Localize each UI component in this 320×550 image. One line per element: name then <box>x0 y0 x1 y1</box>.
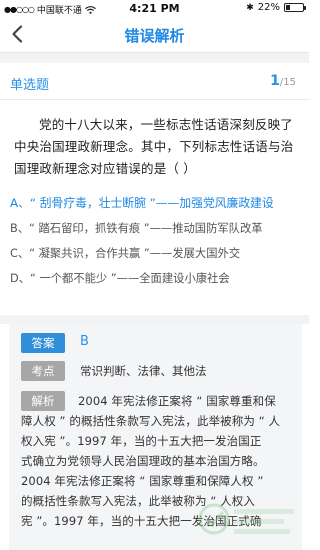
battery-icon <box>284 3 306 12</box>
question-header: 单选题 1/15 <box>0 63 309 100</box>
analysis-line: 2004 年宪法修正案将 “ 国家尊重和保障人权 ” <box>21 474 264 488</box>
battery-percent: 22% <box>257 2 280 13</box>
option-a[interactable]: A、“ 刮骨疗毒，壮士断腕 ”——加强党风廉政建设 <box>10 191 305 216</box>
analysis-text: 解析 2004 年宪法修正案将 “ 国家尊重和保 障人权 ” 的概括性条款写入宪… <box>21 391 296 531</box>
analysis-line: 权入宪 ”。1997 年，当的十五大把一发治国正 <box>21 434 262 448</box>
nav-bar: 错误解析 <box>0 18 309 53</box>
knowledge-row: 考点 常识判断、法律、其他法 <box>21 360 291 382</box>
answer-row: 答案 B <box>21 332 291 354</box>
section-divider <box>0 315 309 324</box>
knowledge-value: 常识判断、法律、其他法 <box>80 364 207 378</box>
analysis-line: 障人权 ” 的概括性条款写入宪法，此举被称为 “ 人 <box>21 414 281 428</box>
question-total: /15 <box>279 77 296 88</box>
analysis-line: 的概括性条款写入宪法，此举被称为 “ 人权入 <box>21 494 255 508</box>
knowledge-tag: 考点 <box>21 360 65 381</box>
option-c[interactable]: C、“ 凝聚共识，合作共赢 ”——发展大国外交 <box>10 241 305 266</box>
analysis-line: 2004 年宪法修正案将 “ 国家尊重和保 <box>78 394 276 408</box>
answer-value: B <box>80 334 89 349</box>
question-stem: 党的十八大以来，一些标志性话语深刻反映了中央治国理政新理念。其中，下列标志性话语… <box>14 117 294 176</box>
status-right: ✱ 22% <box>246 2 306 13</box>
status-bar: ●●○○○ 中国联不通 4:21 PM ✱ 22% <box>0 0 309 18</box>
option-b[interactable]: B、“ 踏石留印，抓铁有痕 ”——推动国防军队改革 <box>10 216 305 241</box>
question-counter: 1/15 <box>270 73 296 89</box>
analysis-line: 宪 ”。1997 年，当的十五大把一发治国正式确 <box>21 514 262 528</box>
question-type: 单选题 <box>10 78 50 93</box>
answer-tag: 答案 <box>21 332 65 353</box>
analysis-tag: 解析 <box>21 391 65 411</box>
section-divider <box>0 53 309 63</box>
page-title: 错误解析 <box>124 27 185 45</box>
explanation-panel: 答案 B 考点 常识判断、法律、其他法 解析 2004 年宪法修正案将 “ 国家… <box>9 324 302 550</box>
analysis-line: 式确立为党领导人民治国理政的基本治国方略。 <box>21 454 265 468</box>
option-d[interactable]: D、“ 一个都不能少 ”——全面建设小康社会 <box>10 266 305 291</box>
options-list: A、“ 刮骨疗毒，壮士断腕 ”——加强党风廉政建设 B、“ 踏石留印，抓铁有痕 … <box>10 191 305 291</box>
question-current: 1 <box>270 73 280 89</box>
bluetooth-icon: ✱ <box>246 2 254 13</box>
analysis-first-row: 解析 2004 年宪法修正案将 “ 国家尊重和保 <box>21 391 296 411</box>
battery-fill <box>286 5 290 10</box>
